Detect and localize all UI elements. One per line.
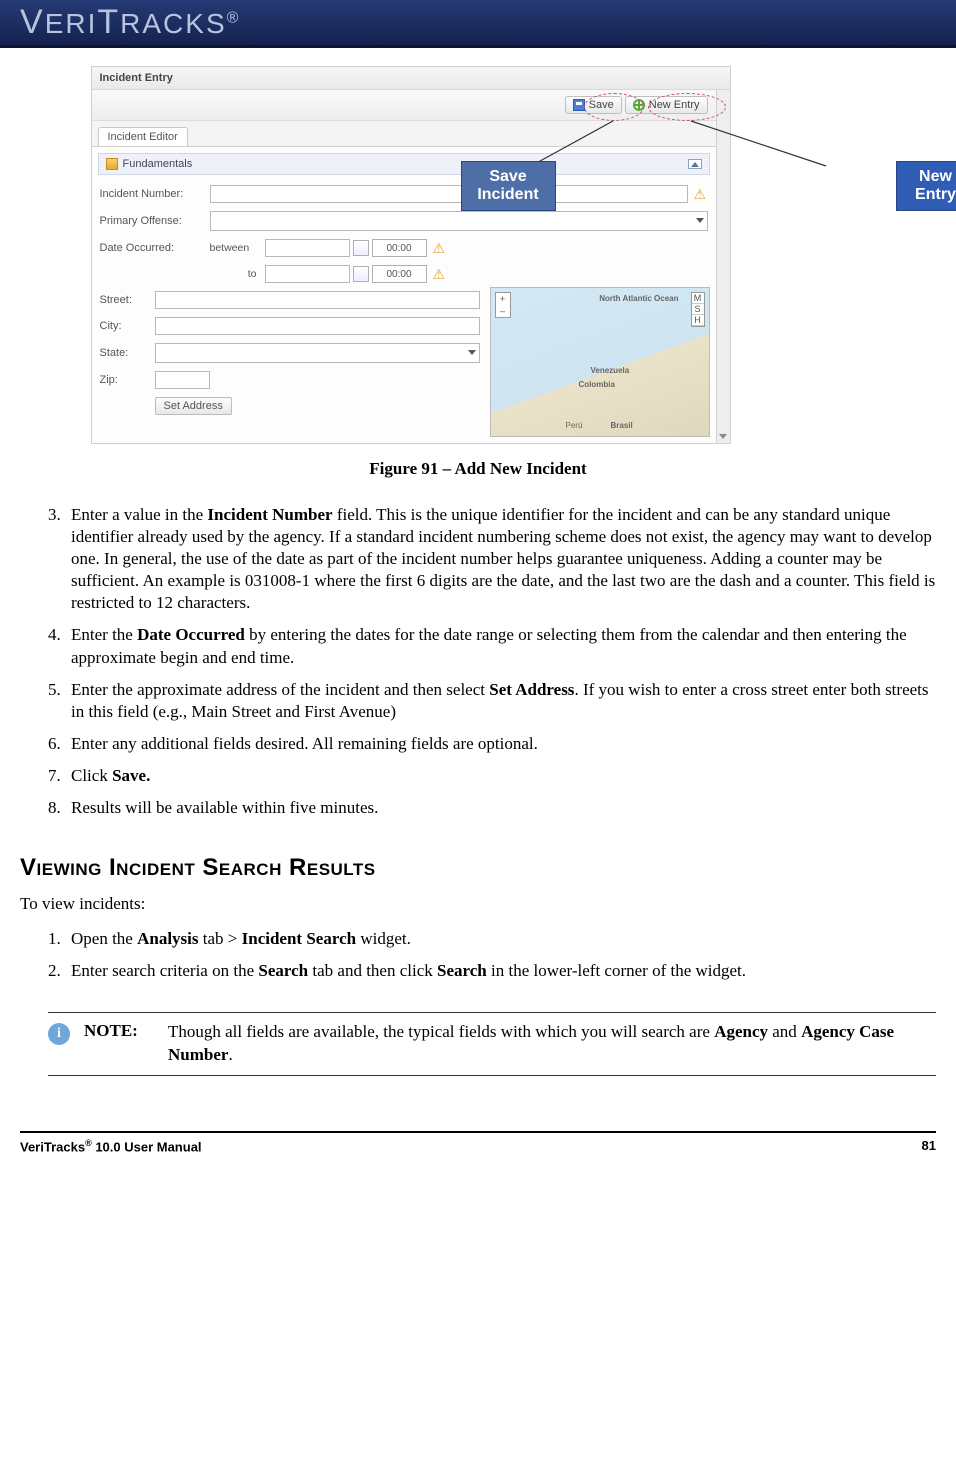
- street-input[interactable]: [155, 291, 480, 309]
- calendar-icon[interactable]: [353, 266, 369, 282]
- tab-incident-editor[interactable]: Incident Editor: [98, 127, 188, 146]
- page-number: 81: [922, 1138, 936, 1154]
- brand-header: VVERITRACKSERITRACKS®: [0, 0, 956, 48]
- date-from-input[interactable]: [265, 239, 350, 257]
- city-input[interactable]: [155, 317, 480, 335]
- window-title: Incident Entry: [92, 67, 730, 90]
- zip-input[interactable]: [155, 371, 210, 389]
- warning-icon: [433, 241, 447, 255]
- note-block: i NOTE: Though all fields are available,…: [48, 1012, 936, 1076]
- warning-icon: [433, 267, 447, 281]
- list-item: Enter a value in the Incident Number fie…: [65, 504, 936, 614]
- instruction-list-a: Enter a value in the Incident Number fie…: [20, 504, 936, 819]
- list-item: Results will be available within five mi…: [65, 797, 936, 819]
- save-icon: [573, 99, 585, 111]
- label-incident-number: Incident Number:: [100, 188, 210, 200]
- mini-map[interactable]: +– MSH North Atlantic Ocean Venezuela Co…: [490, 287, 710, 437]
- instruction-list-b: Open the Analysis tab > Incident Search …: [20, 928, 936, 982]
- time-to-input[interactable]: 00:00: [372, 265, 427, 283]
- list-item: Open the Analysis tab > Incident Search …: [65, 928, 936, 950]
- fundamentals-icon: [106, 158, 118, 170]
- fundamentals-section-header[interactable]: Fundamentals: [98, 153, 710, 175]
- time-from-input[interactable]: 00:00: [372, 239, 427, 257]
- note-text: Though all fields are available, the typ…: [168, 1021, 936, 1067]
- new-entry-highlight-bubble: [648, 93, 726, 121]
- label-primary-offense: Primary Offense:: [100, 215, 210, 227]
- list-item: Enter any additional fields desired. All…: [65, 733, 936, 755]
- save-highlight-bubble: [584, 93, 644, 121]
- warning-icon: [694, 187, 708, 201]
- section-heading: Viewing Incident Search Results: [20, 854, 936, 882]
- figure-caption: Figure 91 – Add New Incident: [20, 459, 936, 479]
- state-select[interactable]: [155, 343, 480, 363]
- page-footer: VeriTracks® 10.0 User Manual 81: [20, 1131, 936, 1172]
- date-to-input[interactable]: [265, 265, 350, 283]
- brand-logo: VVERITRACKSERITRACKS®: [20, 3, 240, 42]
- set-address-button[interactable]: Set Address: [155, 397, 232, 415]
- primary-offense-select[interactable]: [210, 211, 708, 231]
- scrollbar[interactable]: [716, 90, 730, 443]
- list-item: Click Save.: [65, 765, 936, 787]
- footer-title: VeriTracks® 10.0 User Manual: [20, 1138, 202, 1154]
- callout-new-entry: New Entry: [896, 161, 956, 211]
- label-date-occurred: Date Occurred:: [100, 242, 210, 254]
- map-zoom-controls[interactable]: +–: [495, 292, 511, 318]
- list-item: Enter the Date Occurred by entering the …: [65, 624, 936, 668]
- callout-save-incident: Save Incident: [461, 161, 556, 211]
- collapse-icon[interactable]: [688, 159, 702, 169]
- list-item: Enter search criteria on the Search tab …: [65, 960, 936, 982]
- calendar-icon[interactable]: [353, 240, 369, 256]
- info-icon: i: [48, 1023, 70, 1045]
- list-item: Enter the approximate address of the inc…: [65, 679, 936, 723]
- incident-number-input[interactable]: [210, 185, 688, 203]
- incident-entry-screenshot: Incident Entry Save New Entry: [91, 66, 866, 444]
- map-type-controls[interactable]: MSH: [691, 292, 705, 327]
- section-intro: To view incidents:: [20, 894, 936, 914]
